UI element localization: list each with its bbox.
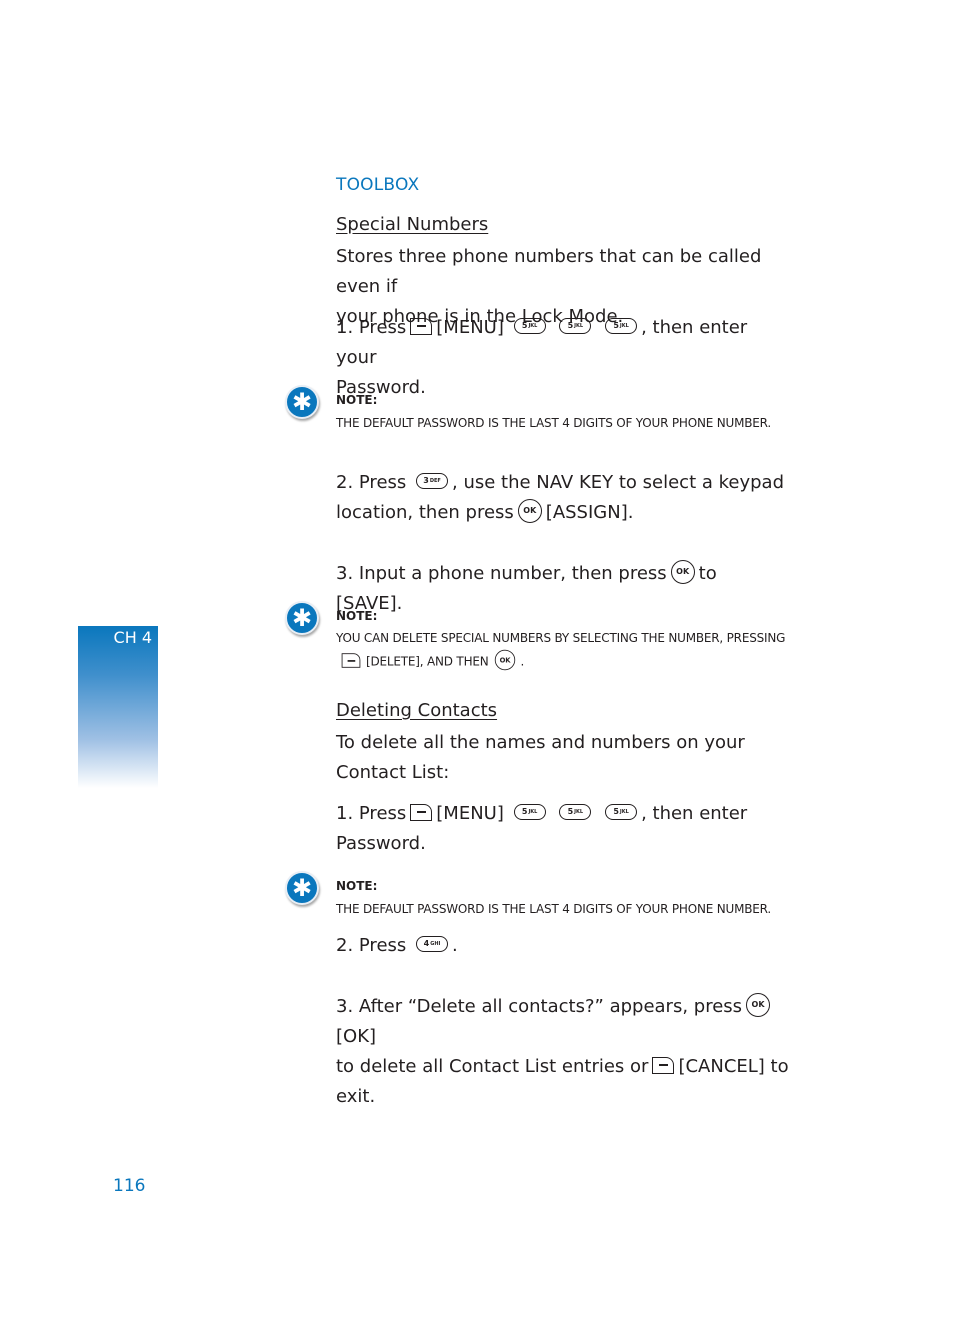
note-title: NOTE:: [336, 393, 378, 407]
key-5-icon: 5 JKL: [513, 318, 546, 334]
chapter-label: CH 4: [113, 628, 152, 647]
key-5-icon: 5 JKL: [605, 318, 638, 334]
note-text: YOU CAN DELETE SPECIAL NUMBERS BY SELECT…: [336, 627, 796, 674]
left-softkey-icon: [652, 1056, 675, 1074]
ok-key-icon: OK: [746, 993, 771, 1017]
note-line: [DELETE], AND THEN: [366, 654, 489, 669]
note-asterisk-icon: ✱: [285, 601, 319, 635]
step-text: [OK]: [336, 1026, 377, 1047]
note-asterisk-icon: ✱: [285, 385, 319, 419]
ok-key-icon: OK: [517, 499, 542, 523]
note-text: THE DEFAULT PASSWORD IS THE LAST 4 DIGIT…: [336, 902, 771, 916]
left-softkey-icon: [341, 652, 361, 668]
left-softkey-icon: [410, 803, 433, 821]
step-text: location, then press: [336, 502, 514, 523]
step-text: [ASSIGN].: [545, 502, 634, 523]
note-line: YOU CAN DELETE SPECIAL NUMBERS BY SELECT…: [336, 631, 786, 645]
ok-key-icon: OK: [494, 649, 515, 671]
special-numbers-step-2: 2. Press 3 DEF, use the NAV KEY to select…: [336, 468, 786, 528]
deleting-contacts-step-1: 1. Press [MENU] 5 JKL 5 JKL 5 JKL, then ente…: [336, 799, 786, 859]
step-text: , use the NAV KEY to select a keypad: [452, 472, 784, 493]
key-3-icon: 3 DEF: [416, 473, 449, 489]
key-5-icon: 5 JKL: [513, 804, 546, 820]
special-numbers-heading: Special Numbers: [336, 214, 489, 235]
step-text: Password.: [336, 833, 426, 854]
step-text: , then enter: [641, 803, 748, 824]
note-asterisk-icon: ✱: [285, 871, 319, 905]
step-text: 2. Press: [336, 472, 407, 493]
page-number: 116: [113, 1176, 146, 1196]
step-text: to delete all Contact List entries or: [336, 1056, 649, 1077]
step-text: 1. Press: [336, 803, 407, 824]
deleting-contacts-description: To delete all the names and numbers on y…: [336, 728, 786, 788]
key-5-icon: 5 JKL: [559, 318, 592, 334]
description-line: Stores three phone numbers that can be c…: [336, 246, 762, 297]
section-title: TOOLBOX: [336, 175, 420, 195]
step-text: 3. Input a phone number, then press: [336, 563, 667, 584]
description-line: To delete all the names and numbers on y…: [336, 732, 745, 753]
step-text: 3. After “Delete all contacts?” appears,…: [336, 996, 743, 1017]
chapter-tab: CH 4: [78, 626, 158, 788]
step-text: 1. Press: [336, 317, 407, 338]
step-text: [MENU]: [436, 317, 504, 338]
step-text: .: [452, 935, 458, 956]
left-softkey-icon: [410, 317, 433, 335]
ok-key-icon: OK: [670, 560, 695, 584]
step-text: 2. Press: [336, 935, 407, 956]
note-line: .: [520, 654, 525, 669]
deleting-contacts-step-3: 3. After “Delete all contacts?” appears,…: [336, 992, 796, 1112]
special-numbers-step-1: 1. Press [MENU] 5 JKL 5 JKL 5 JKL, then ente…: [336, 313, 786, 403]
deleting-contacts-step-2: 2. Press 4 GHI.: [336, 931, 786, 961]
note-title: NOTE:: [336, 879, 378, 893]
note-text: THE DEFAULT PASSWORD IS THE LAST 4 DIGIT…: [336, 416, 771, 430]
note-title: NOTE:: [336, 609, 378, 623]
step-text: [MENU]: [436, 803, 504, 824]
key-5-icon: 5 JKL: [559, 804, 592, 820]
description-line: Contact List:: [336, 762, 450, 783]
key-5-icon: 5 JKL: [605, 804, 638, 820]
key-4-icon: 4 GHI: [416, 936, 449, 952]
deleting-contacts-heading: Deleting Contacts: [336, 700, 498, 721]
